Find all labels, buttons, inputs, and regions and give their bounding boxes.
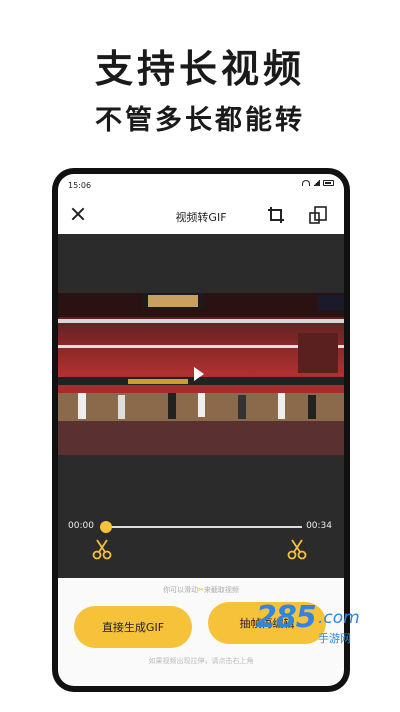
end-time: 00:34 <box>306 521 332 531</box>
trim-hint: 你可以滑动✂来截取视频 <box>58 585 344 595</box>
scissors-icon[interactable] <box>286 538 308 560</box>
timeline-handle[interactable] <box>100 521 112 533</box>
promo-headline: 支持长视频 <box>94 47 305 91</box>
rotate-icon[interactable] <box>308 205 328 225</box>
app-bar: 视频转GIF <box>58 196 344 234</box>
play-icon[interactable] <box>194 367 204 381</box>
scissors-icon[interactable] <box>91 538 113 560</box>
trim-hint-after: 来截取视频 <box>203 586 239 594</box>
signal-icon <box>313 180 320 186</box>
watermark-logo: 285 .com 手游网 <box>256 600 386 650</box>
status-bar: 15:06 <box>58 174 344 196</box>
watermark-domain: .com <box>318 608 360 628</box>
video-preview[interactable] <box>58 293 344 455</box>
promo-subline: 不管多长都能转 <box>95 105 305 136</box>
status-icons <box>302 180 334 186</box>
stretch-hint: 如果视频出现拉伸，请点击右上角 <box>148 657 254 665</box>
app-title: 视频转GIF <box>175 211 227 224</box>
timeline-track[interactable] <box>106 526 302 528</box>
crop-icon[interactable] <box>267 206 285 224</box>
start-time: 00:00 <box>68 521 94 531</box>
battery-icon <box>323 180 334 186</box>
direct-generate-gif-button[interactable]: 直接生成GIF <box>74 606 192 648</box>
wifi-icon <box>302 180 310 186</box>
watermark-sub: 手游网 <box>318 632 351 645</box>
trim-hint-before: 你可以滑动 <box>163 586 199 594</box>
watermark-number: 285 <box>256 600 317 635</box>
status-time: 15:06 <box>68 181 92 190</box>
